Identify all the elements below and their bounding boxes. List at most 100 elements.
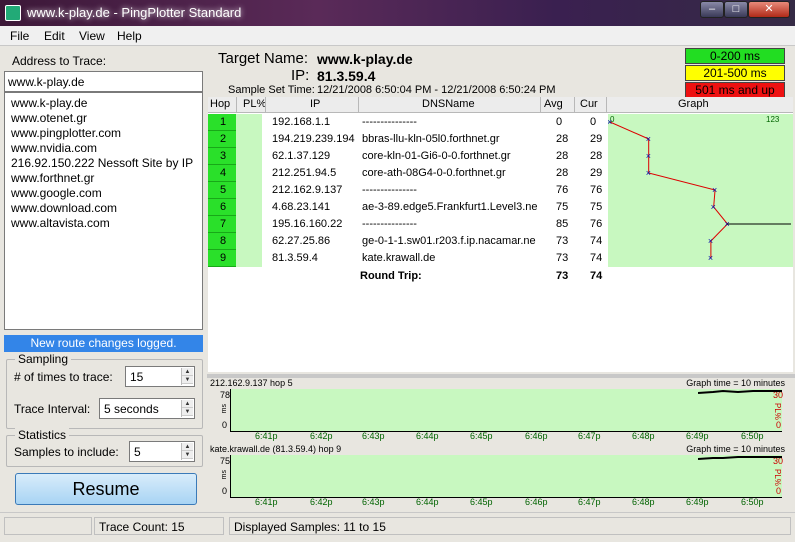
x-tick-label: 6:48p xyxy=(632,431,655,441)
hop-cur: 29 xyxy=(590,167,603,179)
stepper-arrows-icon[interactable]: ▲ ▼ xyxy=(181,368,193,385)
header-graph[interactable]: Graph xyxy=(678,98,709,110)
sample-set-label: Sample Set Time: xyxy=(228,84,315,96)
latency-point: × xyxy=(712,185,717,195)
history-item[interactable]: www.forthnet.gr xyxy=(11,171,94,185)
history-item[interactable]: www.altavista.com xyxy=(11,216,110,230)
menu-bar: File Edit View Help xyxy=(0,26,795,46)
samples-to-include-label: Samples to include: xyxy=(14,445,119,459)
minimize-button[interactable]: – xyxy=(700,1,724,18)
history-item[interactable]: www.pingplotter.com xyxy=(11,126,121,140)
hop-avg: 73 xyxy=(556,252,569,264)
hop-dns: kate.krawall.de xyxy=(362,252,436,264)
target-ip-value: 81.3.59.4 xyxy=(317,68,376,84)
x-tick-label: 6:45p xyxy=(470,497,493,507)
round-trip-row: Round Trip: 73 74 xyxy=(208,268,793,285)
stepper-arrows-icon[interactable]: ▲ ▼ xyxy=(181,400,193,417)
trace-interval-value: 5 seconds xyxy=(104,402,159,416)
x-tick-label: 6:48p xyxy=(632,497,655,507)
x-tick-label: 6:47p xyxy=(578,431,601,441)
history-item[interactable]: www.download.com xyxy=(11,201,117,215)
history-item[interactable]: 216.92.150.222 Nessoft Site by IP xyxy=(11,156,193,170)
header-dns[interactable]: DNSName xyxy=(422,98,475,110)
latency-point: × xyxy=(711,202,716,212)
y-tick-bottom: 0 xyxy=(222,486,228,496)
header-hop[interactable]: Hop xyxy=(210,98,230,110)
x-tick-label: 6:49p xyxy=(686,497,709,507)
x-tick-label: 6:41p xyxy=(255,497,278,507)
hop-ip: 195.16.160.22 xyxy=(272,218,343,230)
hop-dns: ae-3-89.edge5.Frankfurt1.Level3.ne xyxy=(362,201,538,213)
hop-ip: 192.168.1.1 xyxy=(272,116,331,128)
hop-cur: 0 xyxy=(590,116,597,128)
close-button[interactable]: ✕ xyxy=(748,1,790,18)
menu-help[interactable]: Help xyxy=(117,29,142,43)
hop-cur: 74 xyxy=(590,235,603,247)
resume-button[interactable]: Resume xyxy=(15,473,197,505)
times-to-trace-stepper[interactable]: 15 ▲ ▼ xyxy=(125,366,195,387)
menu-view[interactable]: View xyxy=(79,29,105,43)
menu-file[interactable]: File xyxy=(10,29,29,43)
hop-number: 3 xyxy=(220,150,227,162)
x-tick-label: 6:43p xyxy=(362,431,385,441)
hop-dns: ge-0-1-1.sw01.r203.f.ip.nacamar.ne xyxy=(362,235,536,247)
hop-dns: bbras-llu-kln-05l0.forthnet.gr xyxy=(362,133,500,145)
address-history-list[interactable]: www.k-play.de www.otenet.gr www.pingplot… xyxy=(4,92,203,330)
target-ip-label: IP: xyxy=(291,67,310,84)
legend-low-latency: 0-200 ms xyxy=(685,48,785,64)
hop-cur: 75 xyxy=(590,201,603,213)
status-bar: Trace Count: 15 Displayed Samples: 11 to… xyxy=(0,512,795,542)
hop-dns: --------------- xyxy=(362,184,417,196)
trace-count-status: Trace Count: 15 xyxy=(94,517,224,535)
maximize-button[interactable]: □ xyxy=(724,1,748,18)
hop-number: 7 xyxy=(220,218,227,230)
hop-ip: 212.251.94.5 xyxy=(272,167,337,179)
pl-tick-bottom: 0 xyxy=(775,486,781,496)
hop-cur: 29 xyxy=(590,133,603,145)
hop-dns: core-ath-08G4-0-0.forthnet.gr xyxy=(362,167,506,179)
hop-ip: 194.219.239.194 xyxy=(272,133,355,145)
hop-avg: 76 xyxy=(556,184,569,196)
trace-interval-stepper[interactable]: 5 seconds ▲ ▼ xyxy=(99,398,195,419)
header-ip[interactable]: IP xyxy=(310,98,320,110)
timegraph-hop5: 212.162.9.137 hop 5 Graph time = 10 minu… xyxy=(208,378,793,436)
stepper-arrows-icon[interactable]: ▲ ▼ xyxy=(181,443,193,460)
pl-unit: PL% xyxy=(773,403,782,420)
header-pl[interactable]: PL% xyxy=(243,98,266,110)
address-input[interactable]: www.k-play.de xyxy=(4,71,203,92)
legend-mid-latency: 201-500 ms xyxy=(685,65,785,81)
latency-trace-line xyxy=(698,389,782,394)
x-tick-label: 6:50p xyxy=(741,497,764,507)
header-avg[interactable]: Avg xyxy=(544,98,563,110)
hop-dns: --------------- xyxy=(362,218,417,230)
history-item[interactable]: www.otenet.gr xyxy=(11,111,87,125)
round-trip-cur: 74 xyxy=(590,270,603,282)
app-icon xyxy=(5,5,21,21)
latency-point: × xyxy=(608,117,612,127)
status-empty xyxy=(4,517,92,535)
hop-ip: 62.1.37.129 xyxy=(272,150,331,162)
target-name-value: www.k-play.de xyxy=(317,51,413,67)
history-item[interactable]: www.google.com xyxy=(11,186,102,200)
x-tick-label: 6:41p xyxy=(255,431,278,441)
latency-trace-line xyxy=(698,456,782,460)
hop-ip: 212.162.9.137 xyxy=(272,184,343,196)
hop-dns: --------------- xyxy=(362,116,417,128)
samples-to-include-stepper[interactable]: 5 ▲ ▼ xyxy=(129,441,195,462)
hop-cur: 28 xyxy=(590,150,603,162)
hop-number: 5 xyxy=(220,184,227,196)
title-bar: www.k-play.de - PingPlotter Standard – □… xyxy=(0,0,795,26)
pl-tick-bottom: 0 xyxy=(775,420,781,430)
menu-edit[interactable]: Edit xyxy=(44,29,65,43)
statistics-title: Statistics xyxy=(15,428,70,442)
hop-cur: 76 xyxy=(590,184,603,196)
hop-number: 6 xyxy=(220,201,227,213)
pl-unit: PL% xyxy=(773,469,782,486)
sample-set-value: 12/21/2008 6:50:04 PM - 12/21/2008 6:50:… xyxy=(317,84,556,96)
history-item[interactable]: www.nvidia.com xyxy=(11,141,97,155)
window-title: www.k-play.de - PingPlotter Standard xyxy=(27,5,242,20)
history-item[interactable]: www.k-play.de xyxy=(11,96,87,110)
hop-table: Hop PL% IP DNSName Avg Cur Graph 0 1 2 3 1… xyxy=(208,97,793,372)
pingplotter-window: www.k-play.de - PingPlotter Standard – □… xyxy=(0,0,795,542)
header-cur[interactable]: Cur xyxy=(580,98,598,110)
